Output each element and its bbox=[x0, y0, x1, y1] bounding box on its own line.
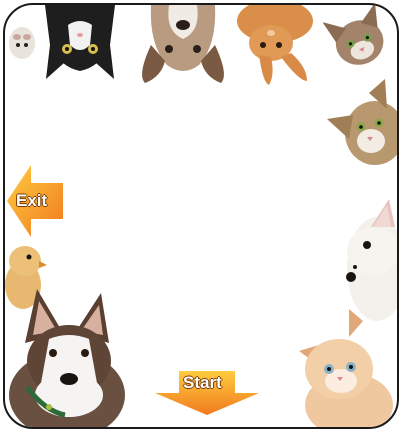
game-frame: Exit Start bbox=[3, 3, 399, 429]
start-button[interactable]: Start bbox=[155, 371, 259, 415]
rabbit-image bbox=[237, 5, 313, 85]
exit-label: Exit bbox=[16, 191, 48, 210]
tabby-kitten-side-image bbox=[327, 79, 397, 165]
tabby-kitten-top-image bbox=[323, 5, 384, 65]
start-label: Start bbox=[183, 373, 222, 392]
chihuahua-image bbox=[346, 199, 397, 321]
tuxedo-cat-image bbox=[45, 5, 115, 79]
ginger-kitten-image bbox=[299, 309, 393, 427]
exit-button[interactable]: Exit bbox=[7, 165, 63, 237]
puppy-image bbox=[142, 5, 224, 83]
husky-puppy-image bbox=[9, 289, 125, 427]
hamster-image bbox=[9, 27, 35, 59]
